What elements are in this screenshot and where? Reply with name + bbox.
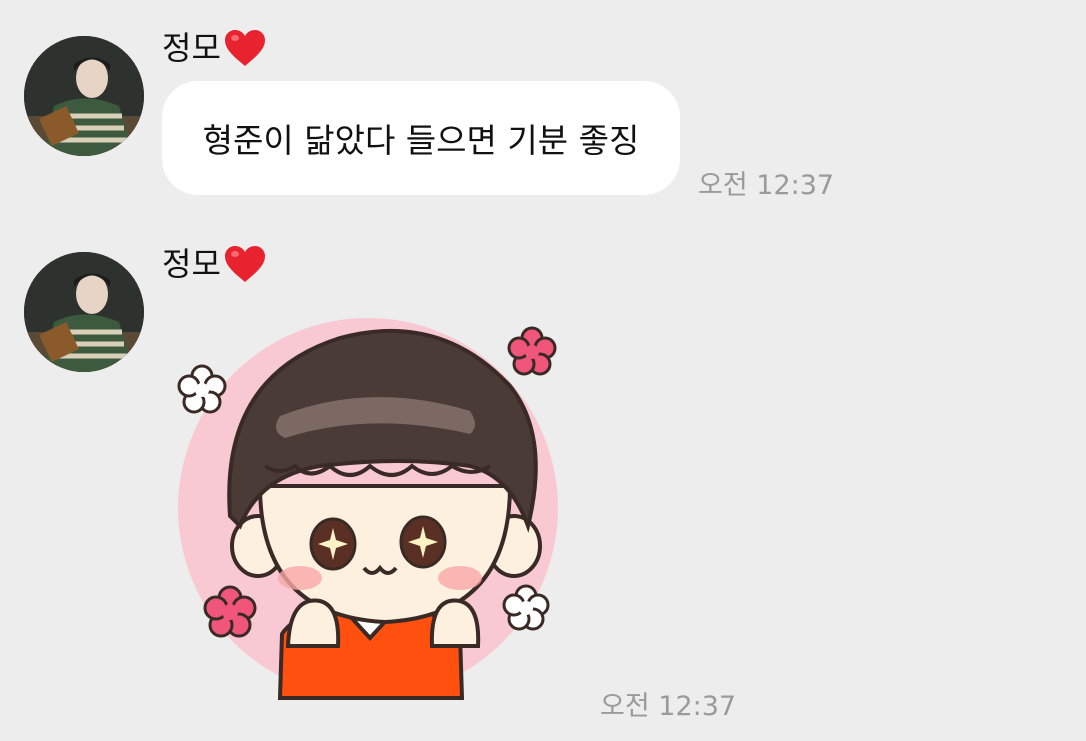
message-timestamp: 오전 12:37: [698, 170, 835, 201]
avatar-photo: [24, 252, 144, 372]
sender-name-text: 정모: [162, 29, 221, 67]
message-timestamp: 오전 12:37: [600, 691, 737, 722]
sender-avatar[interactable]: [24, 36, 144, 156]
sender-name: 정모: [162, 244, 267, 284]
pink-flower-icon: [507, 326, 557, 376]
message-text: 형준이 닮았다 들으면 기분 좋징: [202, 121, 640, 160]
message-bubble[interactable]: 형준이 닮았다 들으면 기분 좋징: [162, 81, 680, 195]
boy-face-sticker[interactable]: [170, 316, 570, 706]
avatar-photo: [24, 36, 144, 156]
red-heart-icon: [224, 246, 265, 282]
sender-avatar[interactable]: [24, 252, 144, 372]
sticker-illustration: [177, 318, 558, 700]
sender-name-text: 정모: [162, 245, 221, 283]
sender-name: 정모: [162, 28, 267, 68]
red-heart-icon: [224, 30, 265, 66]
